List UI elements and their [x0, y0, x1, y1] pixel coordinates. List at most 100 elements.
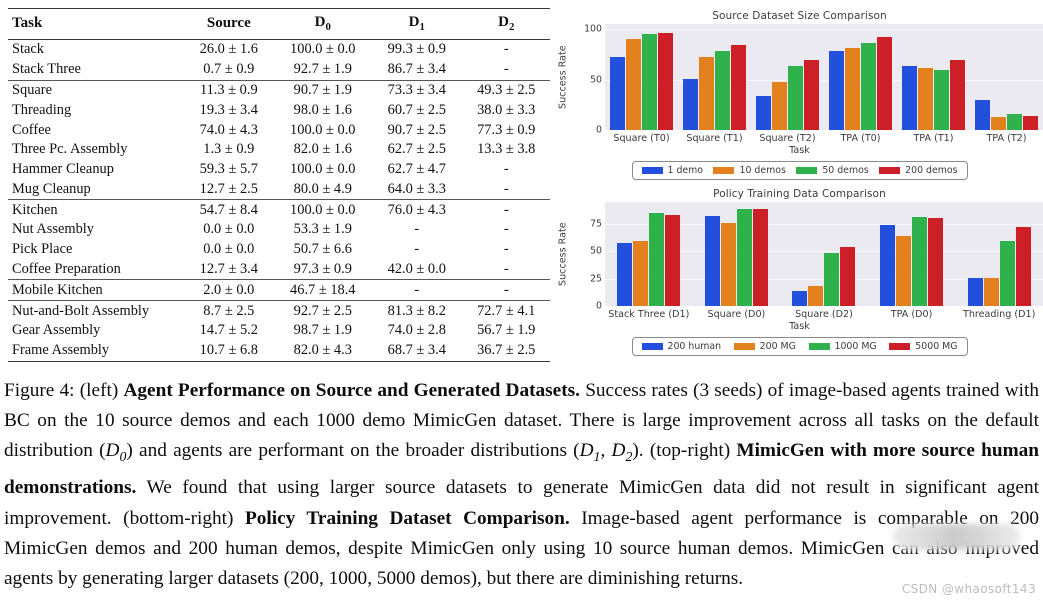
legend-item[interactable]: 200 demos [879, 165, 958, 176]
cell-task: Mobile Kitchen [8, 279, 184, 301]
bar[interactable] [788, 66, 803, 130]
bar[interactable] [683, 78, 698, 130]
bar[interactable] [861, 43, 876, 130]
bar-group [975, 24, 1038, 130]
cell-d2: - [462, 279, 550, 301]
cell-d1: - [371, 279, 463, 301]
legend-source-dataset-size: 1 demo 10 demos 50 demos 200 demos [631, 161, 968, 180]
bar[interactable] [808, 286, 824, 306]
bar[interactable] [983, 277, 999, 306]
bar-group [967, 202, 1031, 306]
bar[interactable] [880, 225, 896, 306]
cell-d1: 76.0 ± 4.3 [371, 199, 463, 221]
legend-label: 50 demos [822, 165, 869, 176]
cell-d0: 100.0 ± 0.0 [290, 161, 356, 178]
cell-d2: 36.7 ± 2.5 [462, 340, 550, 362]
bar[interactable] [912, 217, 928, 306]
bar[interactable] [967, 277, 983, 306]
bar[interactable] [633, 241, 649, 306]
bar[interactable] [902, 66, 917, 130]
table-row: Stack Three 0.7 ± 0.9 92.7 ± 1.9 86.7 ± 3.4… [8, 60, 550, 80]
bar[interactable] [736, 208, 752, 306]
y-axis-ticks-policy-training-data: 0 25 50 75 [579, 202, 605, 311]
bar-group [683, 24, 746, 130]
cell-task: Mug Cleanup [12, 180, 91, 197]
bar[interactable] [829, 51, 844, 130]
cell-source: 0.7 ± 0.9 [203, 61, 255, 78]
x-tick-label: TPA (T0) [840, 133, 881, 144]
bar[interactable] [845, 48, 860, 130]
bar-group [756, 24, 819, 130]
cell-task: Coffee Preparation [12, 260, 121, 277]
cell-d0: 46.7 ± 18.4 [274, 279, 372, 301]
bar[interactable] [658, 33, 673, 130]
bar[interactable] [772, 81, 787, 130]
cell-d0: 100.0 ± 0.0 [274, 38, 372, 60]
bar[interactable] [617, 242, 633, 306]
bar[interactable] [934, 70, 949, 130]
watermark: CSDN @whaosoft143 [901, 582, 1036, 596]
bar[interactable] [975, 99, 990, 130]
bar[interactable] [991, 116, 1006, 130]
x-axis-label-source-dataset-size: Task [789, 145, 810, 156]
column-header-source: Source [183, 8, 275, 40]
cell-d0: 53.3 ± 1.9 [293, 221, 352, 238]
legend-item[interactable]: 50 demos [796, 165, 869, 176]
bar[interactable] [1023, 115, 1038, 130]
bar[interactable] [918, 68, 933, 130]
cell-source: 8.7 ± 2.5 [183, 300, 275, 321]
bar[interactable] [896, 235, 912, 306]
cell-d1: 86.7 ± 3.4 [387, 61, 446, 78]
bar[interactable] [610, 57, 625, 130]
legend-item[interactable]: 1 demo [641, 165, 703, 176]
bar[interactable] [704, 216, 720, 306]
cell-d2: 56.7 ± 1.9 [477, 322, 536, 339]
bar[interactable] [999, 241, 1015, 306]
column-header-d2: D2 [462, 8, 550, 40]
bar[interactable] [756, 95, 771, 130]
legend-item[interactable]: 1000 MG [808, 341, 877, 352]
bar[interactable] [1015, 227, 1031, 306]
bar-group [829, 24, 892, 130]
caption-seg3-plain: ) and agents are performant on the broad… [126, 440, 580, 462]
cell-d2: 49.3 ± 2.5 [462, 79, 550, 101]
x-tick-label: Threading (D1) [962, 309, 1036, 320]
legend-item[interactable]: 5000 MG [889, 341, 958, 352]
x-tick-label: Square (D2) [795, 309, 853, 320]
bar[interactable] [731, 45, 746, 130]
bar[interactable] [715, 51, 730, 130]
bar[interactable] [626, 39, 641, 130]
cell-d1: 74.0 ± 2.8 [387, 322, 446, 339]
x-tick-label: Stack Three (D1) [608, 309, 690, 320]
bar[interactable] [824, 253, 840, 306]
legend-item[interactable]: 10 demos [713, 165, 786, 176]
cell-d1: - [414, 241, 420, 258]
table-row: Gear Assembly 14.7 ± 5.2 98.7 ± 1.9 74.0 ± … [8, 321, 550, 341]
bar[interactable] [699, 57, 714, 130]
cell-d2: - [503, 221, 509, 238]
bar[interactable] [720, 222, 736, 306]
bar[interactable] [665, 215, 681, 306]
y-axis-label-policy-training-data: Success Rate [557, 222, 569, 286]
bar[interactable] [792, 290, 808, 306]
caption-seg5-bold: Policy Training Dataset Comparison. [245, 507, 570, 529]
bar[interactable] [752, 208, 768, 306]
legend-item[interactable]: 200 human [641, 341, 721, 352]
cell-d2: - [503, 180, 509, 197]
bar[interactable] [642, 34, 657, 130]
bar[interactable] [950, 60, 965, 130]
plot-row-policy-training-data: Success Rate 0 25 50 75 [556, 202, 1043, 312]
bar[interactable] [649, 212, 665, 306]
plot-area-source-dataset-size [605, 24, 1043, 130]
table-body: Stack 26.0 ± 1.6 100.0 ± 0.0 99.3 ± 0.9- Sta… [8, 38, 550, 362]
bar[interactable] [804, 60, 819, 130]
table-row: Pick Place 0.0 ± 0.0 50.7 ± 6.6 - - [8, 240, 550, 260]
cell-d1: 73.3 ± 3.4 [371, 79, 463, 101]
legend-item[interactable]: 200 MG [733, 341, 796, 352]
bar[interactable] [840, 246, 856, 306]
y-tick-label: 50 [590, 245, 602, 257]
cell-d0: 92.7 ± 1.9 [293, 61, 352, 78]
bar[interactable] [877, 37, 892, 130]
bar[interactable] [928, 218, 944, 306]
bar[interactable] [1007, 113, 1022, 130]
